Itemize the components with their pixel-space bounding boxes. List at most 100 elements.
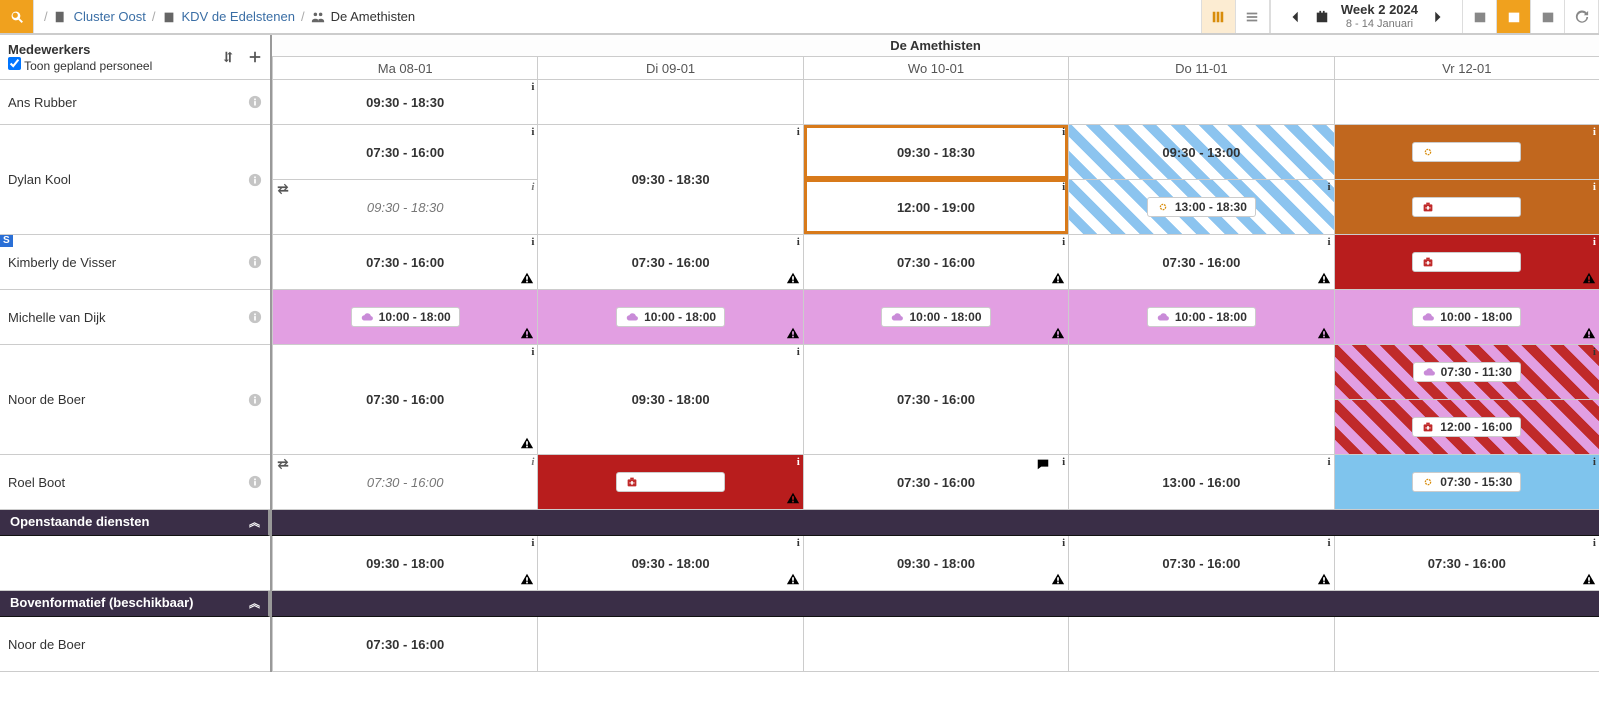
swap-marker[interactable] [276, 182, 290, 199]
info-marker[interactable]: i [531, 81, 534, 93]
warn-marker[interactable] [786, 491, 800, 508]
warn-marker[interactable] [1582, 572, 1596, 589]
info-marker[interactable]: i [797, 456, 800, 468]
empty-shift[interactable] [1069, 345, 1333, 454]
schedule-cell[interactable]: 10:00 - 18:00 [803, 290, 1068, 345]
schedule-cell[interactable]: 10:00 - 18:00 [272, 290, 537, 345]
schedule-cell[interactable] [803, 617, 1068, 672]
info-marker[interactable]: i [531, 456, 534, 468]
info-marker[interactable]: i [1593, 126, 1596, 138]
week-display[interactable]: Week 2 2024 8 - 14 Januari [1341, 2, 1418, 31]
info-marker[interactable]: i [1062, 537, 1065, 549]
shift[interactable]: 13:00 - 16:00i [1335, 179, 1599, 234]
schedule-cell[interactable]: 07:30 - 16:00i [272, 235, 537, 290]
schedule-cell[interactable]: 07:30 - 16:00i [803, 455, 1068, 510]
add-employee-button[interactable] [248, 50, 262, 64]
sort-button[interactable] [222, 50, 236, 64]
warn-marker[interactable] [1317, 271, 1331, 288]
schedule-cell[interactable] [1068, 617, 1333, 672]
warn-marker[interactable] [520, 436, 534, 453]
shift[interactable]: 07:30 - 16:00i [1335, 235, 1599, 289]
info-marker[interactable]: i [797, 236, 800, 248]
schedule-cell[interactable]: 09:30 - 18:00i [272, 536, 537, 591]
schedule-cell[interactable]: 07:30 - 16:00i [1068, 235, 1333, 290]
schedule-cell[interactable]: 10:00 - 18:00 [1334, 290, 1599, 345]
info-marker[interactable]: i [531, 236, 534, 248]
warn-marker[interactable] [786, 572, 800, 589]
schedule-cell[interactable]: 07:30 - 16:00i [537, 455, 802, 510]
schedule-cell[interactable] [537, 80, 802, 125]
info-marker[interactable]: i [1328, 537, 1331, 549]
info-marker[interactable]: i [1328, 456, 1331, 468]
schedule-cell[interactable]: 07:30 - 12:30i13:00 - 16:00i [1334, 125, 1599, 235]
empty-shift[interactable] [538, 617, 802, 671]
shift[interactable]: 13:00 - 16:00i [1069, 455, 1333, 509]
schedule-cell[interactable]: 10:00 - 18:00 [537, 290, 802, 345]
schedule-cell[interactable]: 07:30 - 16:00i [272, 455, 537, 510]
warn-marker[interactable] [1051, 572, 1065, 589]
shift[interactable]: 10:00 - 18:00 [1335, 290, 1599, 344]
employee-row[interactable]: Noor de Boer [0, 345, 270, 455]
warn-marker[interactable] [520, 271, 534, 288]
warn-marker[interactable] [786, 326, 800, 343]
shift[interactable]: 09:30 - 18:30i [273, 179, 537, 234]
schedule-cell[interactable]: 07:30 - 16:00i [537, 235, 802, 290]
shift[interactable]: 10:00 - 18:00 [538, 290, 802, 344]
info-marker[interactable]: i [1593, 236, 1596, 248]
info-marker[interactable]: i [1593, 346, 1596, 358]
schedule-cell[interactable]: 09:30 - 18:00i [537, 536, 802, 591]
schedule-cell[interactable]: 07:30 - 16:00i [272, 345, 537, 455]
show-planned-toggle[interactable]: Toon gepland personeel [8, 59, 152, 73]
schedule-cell[interactable]: 09:30 - 18:00i [537, 345, 802, 455]
cal-week-button[interactable] [1497, 0, 1531, 33]
crumb-location[interactable]: KDV de Edelstenen [182, 9, 295, 24]
info-marker[interactable]: i [531, 346, 534, 358]
section-bovenformatief[interactable]: Bovenformatief (beschikbaar)︽ [0, 591, 270, 617]
view-list-button[interactable] [1236, 0, 1270, 33]
shift[interactable]: 07:30 - 16:00i [538, 455, 802, 509]
search-button[interactable] [0, 0, 34, 33]
schedule-cell[interactable]: 07:30 - 16:00 [803, 345, 1068, 455]
employee-row[interactable]: Noor de Boer [0, 617, 270, 672]
info-marker[interactable]: i [531, 537, 534, 549]
warn-marker[interactable] [1582, 271, 1596, 288]
open-shift-row[interactable] [0, 536, 270, 591]
crumb-group[interactable]: De Amethisten [331, 9, 416, 24]
info-icon[interactable] [248, 255, 262, 269]
schedule-cell[interactable]: 09:30 - 18:30i [272, 80, 537, 125]
shift[interactable]: 09:30 - 18:00i [538, 536, 802, 590]
shift[interactable]: 09:30 - 18:30i [273, 80, 537, 124]
info-icon[interactable] [248, 393, 262, 407]
shift[interactable]: 07:30 - 16:00i [804, 455, 1068, 509]
shift[interactable]: 07:30 - 16:00i [1069, 235, 1333, 289]
swap-marker[interactable] [276, 457, 290, 474]
info-marker[interactable]: i [1062, 126, 1065, 138]
shift[interactable]: 07:30 - 16:00 [804, 345, 1068, 454]
employee-row[interactable]: Roel Boot [0, 455, 270, 510]
shift[interactable]: 07:30 - 11:30i [1335, 345, 1599, 399]
refresh-button[interactable] [1565, 0, 1599, 33]
warn-marker[interactable] [1317, 572, 1331, 589]
shift[interactable]: 07:30 - 16:00i [273, 345, 537, 454]
shift[interactable]: 09:30 - 18:00i [804, 536, 1068, 590]
employee-row[interactable]: Ans Rubber [0, 80, 270, 125]
schedule-cell[interactable]: 07:30 - 16:00i [1068, 536, 1333, 591]
employee-row[interactable]: Dylan Kool [0, 125, 270, 235]
info-marker[interactable]: i [797, 126, 800, 138]
warn-marker[interactable] [1051, 271, 1065, 288]
shift[interactable]: 09:30 - 18:30i [538, 125, 802, 234]
schedule-cell[interactable]: 09:30 - 18:00i [803, 536, 1068, 591]
schedule-cell[interactable] [537, 617, 802, 672]
empty-shift[interactable] [1335, 617, 1599, 671]
shift[interactable]: 10:00 - 18:00 [1069, 290, 1333, 344]
shift[interactable]: 07:30 - 12:30i [1335, 125, 1599, 179]
shift[interactable]: 07:30 - 16:00i [1069, 536, 1333, 590]
schedule-cell[interactable]: 07:30 - 16:00i [1334, 536, 1599, 591]
shift[interactable]: 07:30 - 16:00i [804, 235, 1068, 289]
schedule-cell[interactable]: 09:30 - 18:30i12:00 - 19:00i [803, 125, 1068, 235]
cal-day-button[interactable] [1463, 0, 1497, 33]
section-open-shifts[interactable]: Openstaande diensten︽ [0, 510, 270, 536]
prev-week-button[interactable] [1289, 10, 1303, 24]
info-marker[interactable]: i [1328, 236, 1331, 248]
shift[interactable]: 09:30 - 18:00i [538, 345, 802, 454]
